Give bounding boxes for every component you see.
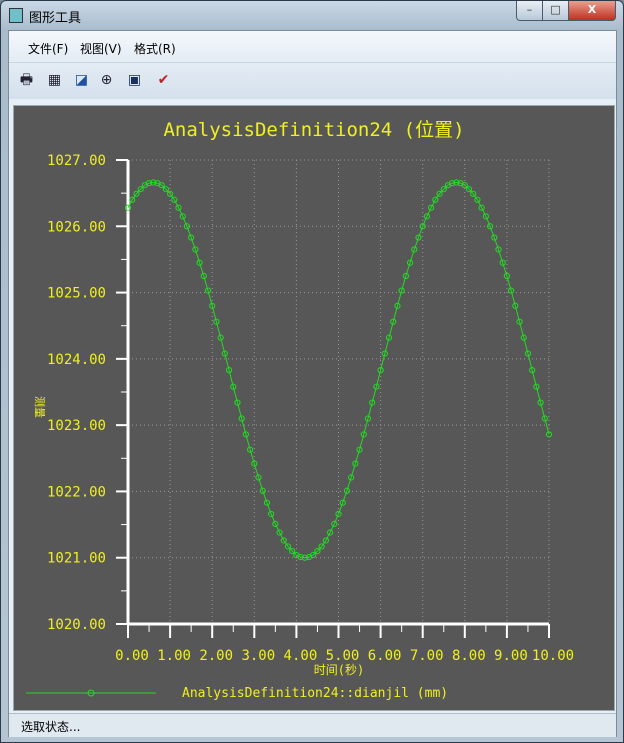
x-tick-label: 3.00 xyxy=(241,648,275,664)
window-title: 图形工具 xyxy=(29,11,82,26)
close-button[interactable]: X xyxy=(568,1,616,21)
edit-chart-icon[interactable]: ◪ xyxy=(73,72,90,89)
x-tick-label: 4.00 xyxy=(284,648,318,664)
y-axis-label: 测量 xyxy=(33,396,46,418)
line-chart: AnalysisDefinition24 (位置) 测量 时间(秒) Analy… xyxy=(26,119,574,701)
title-bar[interactable]: 图形工具 – □ X xyxy=(1,1,623,29)
y-tick-label: 1021.00 xyxy=(47,551,106,567)
menu-file[interactable]: 文件(F) xyxy=(28,40,68,57)
chart-title: AnalysisDefinition24 (位置) xyxy=(163,119,464,141)
menu-format[interactable]: 格式(R) xyxy=(134,40,176,57)
menu-view[interactable]: 视图(V) xyxy=(80,40,122,57)
graph-tool-window: 图形工具 – □ X 文件(F) 视图(V) 格式(R) 🖶 ▦ ◪ ⊕ ▣ ✔… xyxy=(0,0,624,743)
y-tick-label: 1024.00 xyxy=(47,352,106,368)
toolbar: 🖶 ▦ ◪ ⊕ ▣ ✔ xyxy=(9,62,616,99)
x-tick-label: 7.00 xyxy=(410,648,444,664)
print-icon[interactable]: 🖶 xyxy=(18,72,35,89)
export-icon[interactable]: ✔ xyxy=(155,72,172,89)
x-tick-label: 1.00 xyxy=(157,648,191,664)
x-axis-label: 时间(秒) xyxy=(314,663,364,677)
y-tick-label: 1023.00 xyxy=(47,418,106,434)
chart-panel[interactable]: AnalysisDefinition24 (位置) 测量 时间(秒) Analy… xyxy=(13,105,615,711)
legend-label: AnalysisDefinition24::dianjil (mm) xyxy=(182,686,448,701)
zoom-in-icon[interactable]: ⊕ xyxy=(98,72,115,89)
client-area: 文件(F) 视图(V) 格式(R) 🖶 ▦ ◪ ⊕ ▣ ✔ AnalysisDe… xyxy=(8,30,617,737)
x-tick-label: 8.00 xyxy=(452,648,486,664)
x-tick-label: 9.00 xyxy=(494,648,528,664)
y-tick-label: 1027.00 xyxy=(47,153,106,169)
y-tick-label: 1020.00 xyxy=(47,617,106,633)
x-tick-label: 2.00 xyxy=(199,648,233,664)
series-line xyxy=(127,182,550,559)
minimize-button[interactable]: – xyxy=(516,1,543,21)
x-tick-label: 6.00 xyxy=(368,648,402,664)
y-tick-label: 1022.00 xyxy=(47,484,106,500)
maximize-button[interactable]: □ xyxy=(542,1,569,21)
x-tick-label: 10.00 xyxy=(532,648,574,664)
grid-view-icon[interactable]: ▦ xyxy=(46,72,63,89)
status-text: 选取状态... xyxy=(21,720,81,734)
y-tick-label: 1025.00 xyxy=(47,286,106,302)
x-tick-label: 5.00 xyxy=(326,648,360,664)
x-tick-label: 0.00 xyxy=(115,648,149,664)
menu-bar: 文件(F) 视图(V) 格式(R) xyxy=(9,31,616,61)
status-bar: 选取状态... xyxy=(9,713,616,737)
zoom-fit-icon[interactable]: ▣ xyxy=(126,72,143,89)
app-icon xyxy=(9,8,23,23)
y-tick-label: 1026.00 xyxy=(47,219,106,235)
